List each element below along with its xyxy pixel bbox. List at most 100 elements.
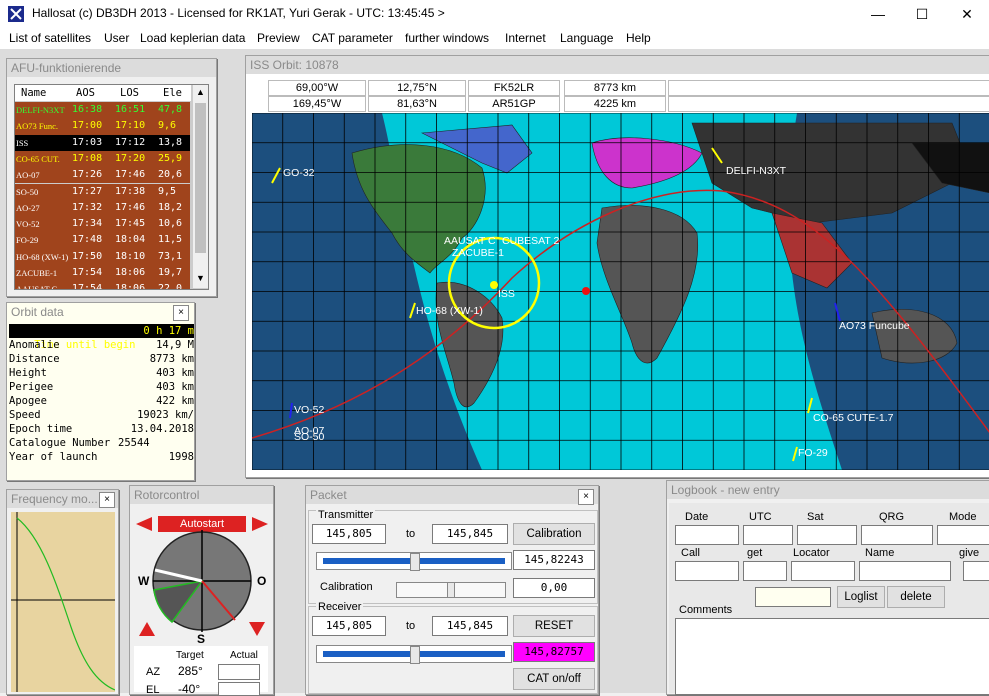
packet-close-icon[interactable]: ×	[578, 489, 594, 505]
menu-user[interactable]: User	[104, 31, 129, 45]
orbit-row-label: Year of launch	[9, 451, 98, 463]
frequency-close-icon[interactable]: ×	[99, 492, 115, 508]
satellite-cell-ele: 20,6	[158, 169, 183, 181]
satellite-cell-los: 17:38	[115, 185, 146, 197]
col-header-name[interactable]: Name	[21, 87, 46, 99]
tx-slider-thumb[interactable]	[410, 553, 420, 571]
label-vo-52[interactable]: VO-52	[294, 404, 325, 416]
satellite-row[interactable]: ISS 17:03 17:12 13,8	[15, 134, 190, 151]
menu-internet[interactable]: Internet	[505, 31, 546, 45]
rotor-compass	[152, 530, 252, 632]
satellite-row[interactable]: SO-50 17:27 17:38 9,5	[15, 183, 190, 200]
label-iss[interactable]: ISS	[498, 288, 515, 300]
col-header-aos[interactable]: AOS	[76, 87, 95, 99]
call-field[interactable]	[675, 561, 739, 581]
satellite-row[interactable]: AAUSAT C 17:54 18:06 22,0	[15, 281, 190, 289]
az-label: AZ	[146, 666, 161, 678]
satellite-row[interactable]: AO73 Func. 17:00 17:10 9,6	[15, 118, 190, 135]
orbit-close-icon[interactable]: ×	[173, 305, 189, 321]
close-button[interactable]: ✕	[944, 0, 989, 28]
satellite-row[interactable]: AO-07 17:26 17:46 20,6	[15, 167, 190, 184]
cat-toggle-button[interactable]: CAT on/off	[513, 668, 595, 690]
iss-marker[interactable]	[490, 281, 498, 289]
date-field[interactable]	[675, 525, 739, 545]
satellite-cell-los: 17:46	[115, 169, 146, 181]
el-actual-field[interactable]	[218, 682, 260, 696]
label-aausat-c[interactable]: AAUSAT C	[444, 235, 496, 247]
qrg-label: QRG	[879, 511, 905, 523]
satellite-cell-name: AO-27	[16, 202, 40, 213]
tx-slider[interactable]	[316, 552, 512, 571]
elevation-down-icon[interactable]	[248, 620, 266, 638]
orbit-row: Height 403 km	[9, 366, 194, 380]
menu-cat-parameter[interactable]: CAT parameter	[312, 31, 393, 45]
menu-further-windows[interactable]: further windows	[405, 31, 489, 45]
label-fo-29[interactable]: FO-29	[798, 447, 828, 459]
label-zacube-1[interactable]: ZACUBE-1	[452, 247, 504, 259]
label-cubesat-2[interactable]: CUBESAT 2	[502, 235, 560, 247]
rx-to-field[interactable]: 145,845	[432, 616, 508, 636]
orbit-row-label: Distance	[9, 353, 60, 365]
menu-help[interactable]: Help	[626, 31, 651, 45]
maximize-button[interactable]: ☐	[899, 0, 945, 28]
label-go-32[interactable]: GO-32	[283, 167, 315, 179]
satellite-row[interactable]: DELFI-N3XT 16:38 16:51 47,8	[15, 102, 190, 119]
calibration-slider-thumb[interactable]	[447, 582, 455, 598]
tx-from-field[interactable]: 145,805	[312, 524, 386, 544]
loglist-button[interactable]: Loglist	[837, 586, 885, 608]
rx-from-field[interactable]: 145,805	[312, 616, 386, 636]
sat-field[interactable]	[797, 525, 857, 545]
satellite-cell-los: 18:06	[115, 267, 146, 278]
orbit-row: Speed 19023 km/	[9, 408, 194, 422]
qrg-field[interactable]	[861, 525, 933, 545]
calibration-slider[interactable]	[396, 582, 506, 598]
scroll-down-icon[interactable]: ▼	[196, 273, 205, 283]
calibration-value[interactable]: 0,00	[513, 578, 595, 598]
label-ho-68[interactable]: HO-68 (XW-1)	[416, 305, 483, 317]
satellite-table: Name AOS LOS Ele DELFI-N3XT 16:38 16:51 47,…	[14, 84, 209, 290]
comments-field[interactable]	[675, 618, 989, 695]
satellite-row[interactable]: FO-29 17:48 18:04 11,5	[15, 232, 190, 249]
packet-panel: Packet × Transmitter 145,805 to 145,845 …	[305, 485, 599, 695]
scrollbar-thumb[interactable]	[195, 103, 206, 253]
log-status-field[interactable]	[755, 587, 831, 607]
name-field[interactable]	[859, 561, 951, 581]
rx-slider[interactable]	[316, 645, 512, 664]
reset-button[interactable]: RESET	[513, 615, 595, 637]
satellite-row[interactable]: AO-27 17:32 17:46 18,2	[15, 199, 190, 217]
delete-button[interactable]: delete	[887, 586, 945, 608]
label-co-65[interactable]: CO-65 CUTE-1.7	[813, 412, 894, 424]
utc-field[interactable]	[743, 525, 793, 545]
satellite-row[interactable]: HO-68 (XW-1) 17:50 18:10 73,1	[15, 248, 190, 265]
col-header-ele[interactable]: Ele	[163, 87, 182, 99]
satellite-row[interactable]: CO-65 CUT. 17:08 17:20 25,9	[15, 150, 190, 168]
label-so-50[interactable]: SO-50	[294, 431, 325, 443]
col-header-los[interactable]: LOS	[120, 87, 139, 99]
label-ao73-funcube[interactable]: AO73 Funcube	[839, 320, 910, 332]
give-field[interactable]	[963, 561, 989, 581]
tx-to-field[interactable]: 145,845	[432, 524, 508, 544]
locator-field[interactable]	[791, 561, 855, 581]
az-actual-field[interactable]	[218, 664, 260, 680]
world-map[interactable]: GO-32 DELFI-N3XT AAUSAT C CUBESAT 2 ZACU…	[252, 113, 989, 470]
minimize-button[interactable]: —	[855, 0, 901, 28]
rx-slider-thumb[interactable]	[410, 646, 420, 664]
vertical-scrollbar[interactable]: ▲ ▼	[192, 85, 208, 288]
time-until-begin-value: 0 h 17 m	[143, 325, 194, 337]
transmitter-label: Transmitter	[316, 509, 376, 521]
label-delfi-n3xt[interactable]: DELFI-N3XT	[726, 165, 787, 177]
satellite-row[interactable]: ZACUBE-1 17:54 18:06 19,7	[15, 265, 190, 282]
satellite-cell-ele: 19,7	[158, 267, 183, 278]
menu-load-keplerian-data[interactable]: Load keplerian data	[140, 31, 245, 45]
orbit-row: Anomalie 14,9 M	[9, 338, 194, 352]
menu-list-of-satellites[interactable]: List of satellites	[9, 31, 91, 45]
scroll-up-icon[interactable]: ▲	[196, 87, 205, 97]
satellite-row[interactable]: VO-52 17:34 17:45 10,6	[15, 216, 190, 233]
elevation-up-icon[interactable]	[138, 620, 156, 638]
mode-field[interactable]	[937, 525, 989, 545]
orbit-row-value: 14,9 M	[156, 339, 194, 351]
menu-preview[interactable]: Preview	[257, 31, 300, 45]
calibration-button[interactable]: Calibration	[513, 523, 595, 545]
get-field[interactable]	[743, 561, 787, 581]
menu-language[interactable]: Language	[560, 31, 613, 45]
